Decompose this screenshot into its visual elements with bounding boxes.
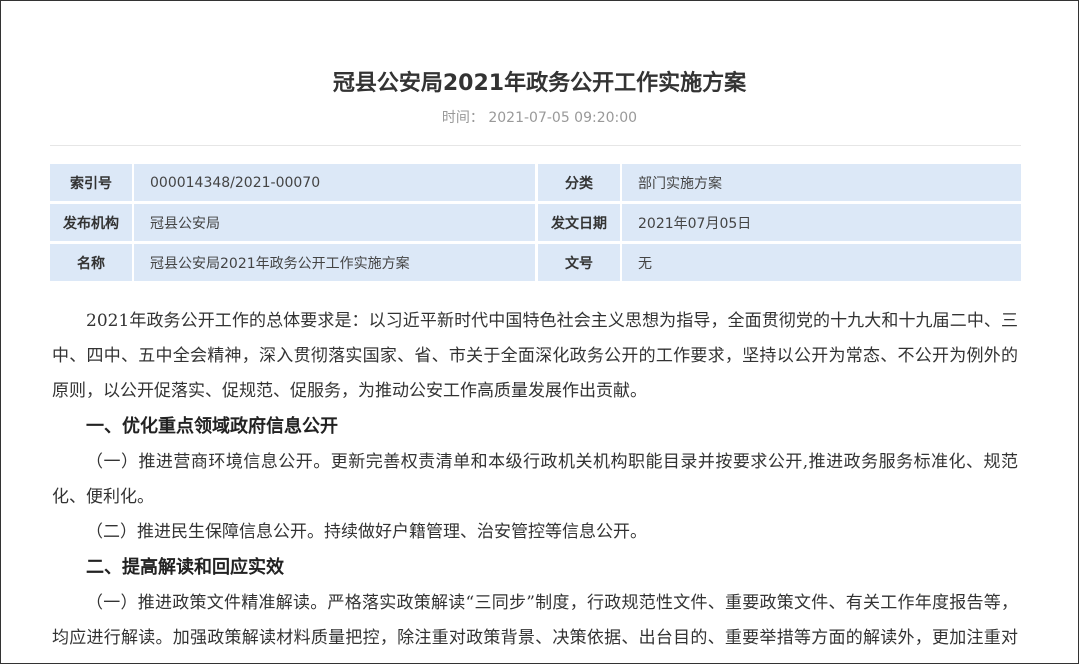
publisher-label: 发布机构 [50, 204, 132, 241]
document-info-table: 索引号 000014348/2021-00070 分类 部门实施方案 发布机构 … [50, 164, 1021, 284]
info-row-index: 索引号 000014348/2021-00070 分类 部门实施方案 [50, 164, 1021, 201]
document-number-value: 无 [622, 244, 1021, 281]
section-heading-1: 一、优化重点领域政府信息公开 [86, 416, 338, 437]
publish-time: 时间： 2021-07-05 09:20:00 [441, 110, 638, 126]
title-divider [50, 145, 1021, 146]
index-number-label: 索引号 [50, 164, 132, 201]
article-title: 冠县公安局2021年政务公开工作实施方案 [332, 71, 747, 96]
info-row-name: 名称 冠县公安局2021年政务公开工作实施方案 文号 无 [50, 244, 1021, 281]
section-heading-2: 二、提高解读和回应实效 [86, 557, 284, 578]
issue-date-label: 发文日期 [538, 204, 620, 241]
name-label: 名称 [50, 244, 132, 281]
info-row-publisher: 发布机构 冠县公安局 发文日期 2021年07月05日 [50, 204, 1021, 241]
section-1-item-2: （二）推进民生保障信息公开。持续做好户籍管理、治安管控等信息公开。 [86, 522, 647, 542]
section-1-item-1: （一）推进营商环境信息公开。更新完善权责清单和本级行政机关机构职能目录并按要求公… [52, 452, 1018, 507]
index-number-value: 000014348/2021-00070 [134, 164, 535, 201]
document-number-label: 文号 [538, 244, 620, 281]
category-label: 分类 [538, 164, 620, 201]
page-frame: 冠县公安局2021年政务公开工作实施方案 时间： 2021-07-05 09:2… [0, 0, 1079, 664]
issue-date-value: 2021年07月05日 [622, 204, 1021, 241]
section-2-item-1: （一）推进政策文件精准解读。严格落实政策解读“三同步”制度，行政规范性文件、重要… [52, 593, 1018, 648]
category-value: 部门实施方案 [622, 164, 1021, 201]
publisher-value: 冠县公安局 [134, 204, 535, 241]
intro-paragraph: 2021年政务公开工作的总体要求是：以习近平新时代中国特色社会主义思想为指导，全… [52, 311, 1018, 401]
article-body: 2021年政务公开工作的总体要求是：以习近平新时代中国特色社会主义思想为指导，全… [52, 304, 1018, 663]
name-value: 冠县公安局2021年政务公开工作实施方案 [134, 244, 535, 281]
